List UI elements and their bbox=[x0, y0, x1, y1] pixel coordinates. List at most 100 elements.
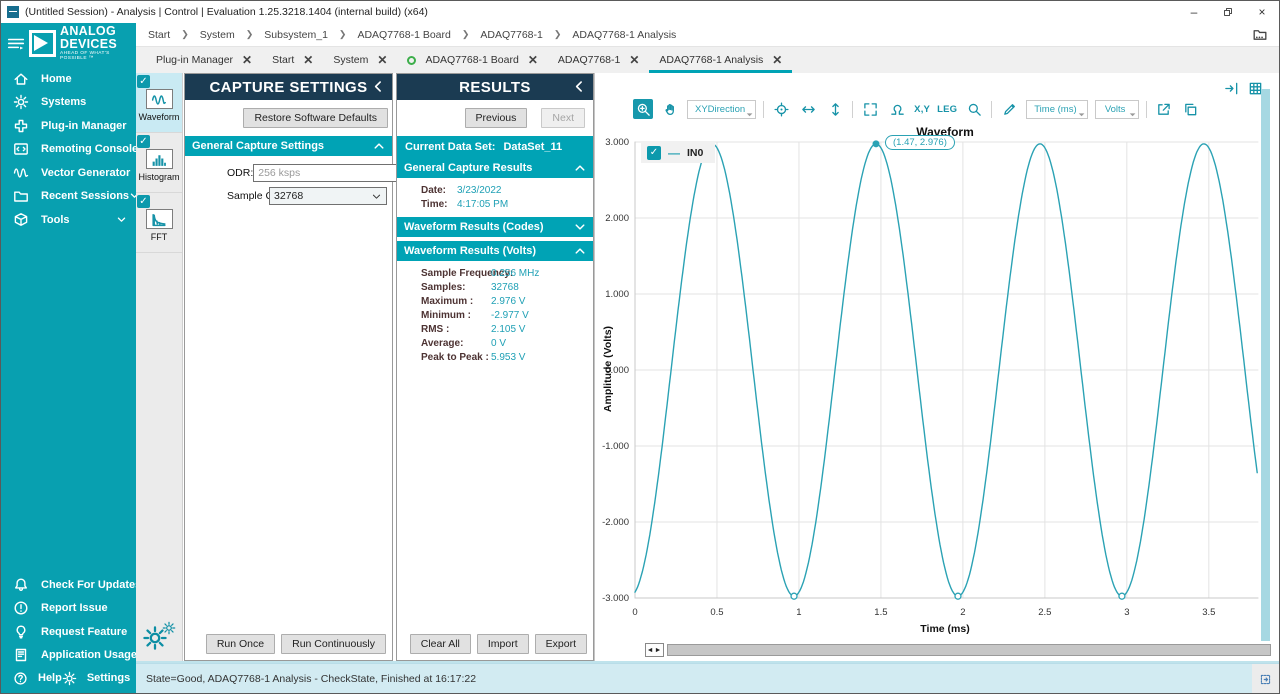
tool-strip-item-fft[interactable]: ✓FFT bbox=[136, 193, 182, 253]
horizontal-zoom-button[interactable] bbox=[798, 99, 818, 119]
checkbox-checked[interactable]: ✓ bbox=[137, 135, 150, 148]
tab-close-icon[interactable]: ✕ bbox=[772, 54, 782, 66]
tab-start[interactable]: Start✕ bbox=[262, 47, 323, 73]
vertical-zoom-button[interactable] bbox=[825, 99, 845, 119]
zoom-select-button[interactable] bbox=[633, 99, 653, 119]
sidebar-item-label: Check For Updates bbox=[41, 579, 141, 591]
breadcrumb-item-subsystem-1[interactable]: Subsystem_1 bbox=[262, 29, 330, 41]
tab-close-icon[interactable]: ✕ bbox=[528, 54, 538, 66]
checkbox-checked[interactable]: ✓ bbox=[137, 75, 150, 88]
minimize-button[interactable]: – bbox=[1177, 1, 1211, 23]
legend[interactable]: ✓ — IN0 bbox=[641, 143, 715, 163]
chevron-up-icon[interactable] bbox=[373, 140, 385, 152]
sidebar-item-remoting-console[interactable]: Remoting Console bbox=[1, 138, 136, 162]
svg-text:1.5: 1.5 bbox=[874, 607, 887, 618]
magnifier-button[interactable] bbox=[964, 99, 984, 119]
copy-chart-button[interactable] bbox=[1181, 99, 1201, 119]
tab-system[interactable]: System✕ bbox=[323, 47, 397, 73]
hamburger-menu-icon[interactable] bbox=[7, 35, 25, 53]
tool-strip-item-waveform[interactable]: ✓Waveform bbox=[136, 73, 182, 133]
status-dot-green bbox=[407, 56, 416, 65]
capture-settings-title: CAPTURE SETTINGS bbox=[209, 79, 367, 96]
xy-direction-dropdown[interactable]: XYDirection bbox=[687, 100, 756, 119]
close-button[interactable]: × bbox=[1245, 1, 1279, 23]
tool-strip-item-histogram[interactable]: ✓Histogram bbox=[136, 133, 182, 193]
tab-plug-in-manager[interactable]: Plug-in Manager✕ bbox=[146, 47, 262, 73]
sidebar-item-home[interactable]: Home bbox=[1, 67, 136, 91]
chevron-down-icon[interactable] bbox=[574, 221, 586, 233]
gears-icon[interactable] bbox=[136, 625, 182, 651]
export-chart-button[interactable] bbox=[1154, 99, 1174, 119]
result-value: 2.105 V bbox=[491, 324, 525, 335]
collapse-panel-icon[interactable] bbox=[573, 80, 586, 93]
resize-grip-icon[interactable] bbox=[1252, 664, 1279, 694]
breadcrumb-item-adaq7768-1-board[interactable]: ADAQ7768-1 Board bbox=[355, 29, 452, 41]
results-section-waveform-results-volts[interactable]: Waveform Results (Volts) bbox=[397, 241, 593, 261]
restore-defaults-button[interactable]: Restore Software Defaults bbox=[243, 108, 388, 128]
analysis-tool-strip: ✓Waveform✓Histogram✓FFT bbox=[136, 73, 183, 661]
tab-adaq7768-1[interactable]: ADAQ7768-1✕ bbox=[548, 47, 650, 73]
sidebar-item-plug-in-manager[interactable]: Plug-in Manager bbox=[1, 114, 136, 138]
sample-count-dropdown[interactable]: 32768 bbox=[269, 187, 387, 205]
sidebar-item-vector-generator[interactable]: Vector Generator bbox=[1, 161, 136, 185]
checkbox-checked[interactable]: ✓ bbox=[137, 195, 150, 208]
annotate-pencil-button[interactable] bbox=[999, 99, 1019, 119]
collapse-right-icon[interactable] bbox=[1224, 81, 1239, 96]
crosshair-button[interactable] bbox=[771, 99, 791, 119]
breadcrumb-item-start[interactable]: Start bbox=[146, 29, 172, 41]
sidebar-item-check-for-updates[interactable]: Check For Updates bbox=[1, 573, 136, 597]
sidebar-item-recent-sessions[interactable]: Recent Sessions bbox=[1, 185, 136, 209]
legend-toggle-button[interactable]: LEG bbox=[937, 104, 957, 115]
results-section-general-capture-results[interactable]: General Capture Results bbox=[397, 158, 593, 178]
chevron-up-icon[interactable] bbox=[574, 245, 586, 257]
odr-input[interactable] bbox=[253, 164, 398, 182]
y-unit-dropdown[interactable]: Volts bbox=[1095, 100, 1139, 119]
tab-close-icon[interactable]: ✕ bbox=[242, 54, 252, 66]
v-scrollbar[interactable] bbox=[1261, 89, 1270, 641]
run-once-button[interactable]: Run Once bbox=[206, 634, 275, 654]
sidebar-item-tools[interactable]: Tools bbox=[1, 208, 136, 232]
results-section-waveform-results-codes[interactable]: Waveform Results (Codes) bbox=[397, 217, 593, 237]
pan-hand-button[interactable] bbox=[660, 99, 680, 119]
xy-labels-button[interactable]: X,Y bbox=[914, 104, 930, 115]
breadcrumb-item-system[interactable]: System bbox=[198, 29, 237, 41]
tab-close-icon[interactable]: ✕ bbox=[629, 54, 639, 66]
next-button[interactable]: Next bbox=[541, 108, 585, 128]
tab-close-icon[interactable]: ✕ bbox=[303, 54, 313, 66]
help-label[interactable]: Help bbox=[38, 672, 62, 684]
x-unit-dropdown[interactable]: Time (ms) bbox=[1026, 100, 1087, 119]
bell-icon bbox=[13, 577, 29, 593]
sidebar-item-report-issue[interactable]: Report Issue bbox=[1, 597, 136, 621]
sidebar-item-application-usage-logging[interactable]: Application Usage Logging bbox=[1, 644, 136, 668]
export-button[interactable]: Export bbox=[535, 634, 587, 654]
breadcrumb-separator: ❯ bbox=[462, 29, 470, 40]
tab-adaq7768-1-board[interactable]: ADAQ7768-1 Board✕ bbox=[397, 47, 547, 73]
previous-button[interactable]: Previous bbox=[465, 108, 528, 128]
h-scrollbar[interactable] bbox=[667, 644, 1271, 656]
results-rows: Date:3/23/2022Time:4:17:05 PM bbox=[397, 178, 593, 217]
sidebar-item-label: Tools bbox=[41, 214, 116, 226]
tab-adaq7768-1-analysis[interactable]: ADAQ7768-1 Analysis✕ bbox=[649, 47, 792, 73]
expand-button[interactable] bbox=[860, 99, 880, 119]
fit-zoom-button[interactable] bbox=[887, 99, 907, 119]
settings-item[interactable]: Settings bbox=[62, 671, 130, 686]
breadcrumb-item-adaq7768-1-analysis[interactable]: ADAQ7768-1 Analysis bbox=[570, 29, 678, 41]
clear-all-button[interactable]: Clear All bbox=[410, 634, 471, 654]
result-label: Samples: bbox=[421, 282, 491, 293]
restore-button[interactable] bbox=[1211, 1, 1245, 23]
tab-close-icon[interactable]: ✕ bbox=[377, 54, 387, 66]
chevron-up-icon[interactable] bbox=[574, 162, 586, 174]
plugin-icon bbox=[13, 118, 29, 134]
legend-checkbox[interactable]: ✓ bbox=[647, 146, 661, 160]
collapse-panel-icon[interactable] bbox=[372, 80, 385, 93]
breadcrumb-item-adaq7768-1[interactable]: ADAQ7768-1 bbox=[478, 29, 544, 41]
report-icon bbox=[13, 600, 29, 616]
run-continuously-button[interactable]: Run Continuously bbox=[281, 634, 386, 654]
session-folder-icon[interactable] bbox=[1251, 27, 1271, 43]
h-scroll-arrows-button[interactable]: ◄► bbox=[645, 643, 664, 657]
app-window: (Untitled Session) - Analysis | Control … bbox=[0, 0, 1280, 694]
sidebar-item-request-feature[interactable]: Request Feature bbox=[1, 620, 136, 644]
import-button[interactable]: Import bbox=[477, 634, 529, 654]
hist-icon bbox=[146, 149, 173, 169]
sidebar-item-systems[interactable]: Systems bbox=[1, 91, 136, 115]
